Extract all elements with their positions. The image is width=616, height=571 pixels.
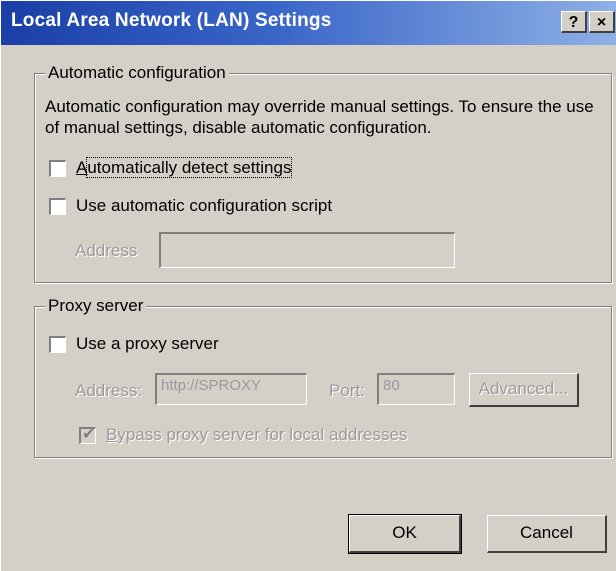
bypass-checkbox[interactable]: ✔	[79, 423, 96, 444]
script-address-input[interactable]	[159, 232, 455, 268]
proxy-address-input[interactable]: http://SPROXY	[155, 373, 307, 405]
auto-detect-row[interactable]: Automatically detect settings	[49, 157, 293, 178]
proxy-address-label: Address:	[75, 381, 143, 400]
ok-button[interactable]: OK	[348, 514, 462, 554]
auto-config-legend: Automatic configuration	[45, 63, 229, 83]
help-button[interactable]: ?	[561, 11, 587, 33]
use-proxy-row[interactable]: Use a proxy server	[49, 334, 219, 354]
bypass-mnemonic: B	[106, 425, 118, 444]
proxy-port-label: Port:	[329, 381, 365, 400]
use-script-checkbox[interactable]	[49, 197, 66, 215]
window-title: Local Area Network (LAN) Settings	[11, 10, 332, 31]
use-script-label[interactable]: Use automatic configuration script	[76, 196, 332, 216]
proxy-legend: Proxy server	[45, 296, 147, 316]
auto-detect-label-rest: utomatically detect settings	[86, 157, 293, 178]
bypass-label-rest: ypass proxy server for local addresses	[117, 425, 408, 444]
auto-config-group: Automatic configuration Automatic config…	[34, 63, 612, 283]
auto-detect-label[interactable]: Automatically detect settings	[76, 157, 293, 178]
close-button[interactable]: ×	[589, 11, 615, 33]
proxy-group: Proxy server Use a proxy server Address:…	[34, 296, 612, 458]
proxy-port-input[interactable]: 80	[377, 373, 455, 405]
title-bar[interactable]: Local Area Network (LAN) Settings ? ×	[1, 1, 616, 45]
use-proxy-checkbox[interactable]	[49, 335, 66, 353]
bypass-row[interactable]: ✔ Bypass proxy server for local addresse…	[79, 423, 407, 445]
script-address-label: Address	[75, 241, 138, 260]
auto-detect-checkbox[interactable]	[49, 159, 66, 177]
use-proxy-label[interactable]: Use a proxy server	[76, 334, 219, 354]
cancel-button[interactable]: Cancel	[487, 515, 607, 553]
check-mark-icon: ✔	[82, 423, 96, 443]
auto-detect-mnemonic: A	[76, 158, 88, 177]
lan-settings-dialog: Local Area Network (LAN) Settings ? × Au…	[0, 0, 616, 571]
bypass-label[interactable]: Bypass proxy server for local addresses	[106, 425, 407, 445]
use-script-row[interactable]: Use automatic configuration script	[49, 196, 332, 216]
auto-config-description: Automatic configuration may override man…	[45, 97, 594, 137]
advanced-button[interactable]: Advanced...	[469, 373, 579, 407]
